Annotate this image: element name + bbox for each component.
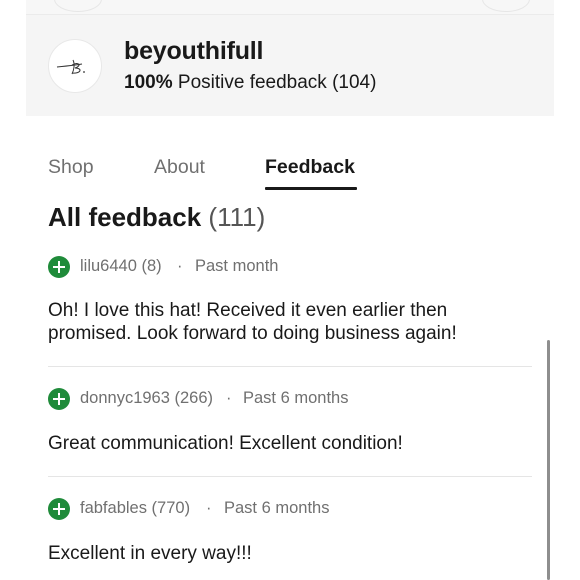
positive-rating-icon (48, 388, 70, 410)
action-button-remnant[interactable] (482, 0, 530, 12)
top-edge (26, 0, 554, 15)
seller-header: beyouthifull 100% Positive feedback (104… (26, 15, 554, 116)
feedback-divider (48, 476, 532, 477)
tab-feedback[interactable]: Feedback (265, 156, 355, 179)
feedback-comment: Excellent in every way!!! (48, 543, 252, 564)
active-tab-indicator (265, 187, 357, 190)
feedback-comment: Oh! I love this hat! Received it even ea… (48, 300, 457, 344)
feedback-heading: All feedback (111) (48, 202, 265, 233)
feedback-time: Past month (195, 257, 279, 275)
feedback-comment: Great communication! Excellent condition… (48, 433, 403, 454)
tab-about[interactable]: About (154, 156, 205, 179)
separator-dot: · (206, 499, 212, 517)
separator-dot: · (177, 257, 183, 275)
scrollbar[interactable] (547, 340, 550, 580)
positive-rating-icon (48, 498, 70, 520)
feedback-count: (111) (208, 202, 266, 232)
feedback-summary-text: Positive feedback (104) (177, 72, 377, 93)
positive-rating-icon (48, 256, 70, 278)
seller-feedback-page: beyouthifull 100% Positive feedback (104… (26, 0, 554, 580)
feedback-divider (48, 366, 532, 367)
feedback-user[interactable]: donnyc1963 (266) (80, 389, 213, 408)
feedback-percent: 100% (124, 72, 173, 93)
feedback-user[interactable]: fabfables (770) (80, 499, 190, 518)
signature-logo-icon (56, 59, 85, 75)
seller-avatar[interactable] (48, 39, 102, 93)
separator-dot: · (226, 389, 232, 407)
feedback-heading-label: All feedback (48, 202, 202, 232)
feedback-user[interactable]: lilu6440 (8) (80, 257, 162, 276)
feedback-time: Past 6 months (243, 389, 349, 407)
feedback-time: Past 6 months (224, 499, 330, 517)
seller-feedback-summary: 100% Positive feedback (104) (124, 72, 376, 94)
back-button-remnant[interactable] (54, 0, 102, 12)
tab-shop[interactable]: Shop (48, 156, 94, 179)
seller-name[interactable]: beyouthifull (124, 37, 263, 66)
